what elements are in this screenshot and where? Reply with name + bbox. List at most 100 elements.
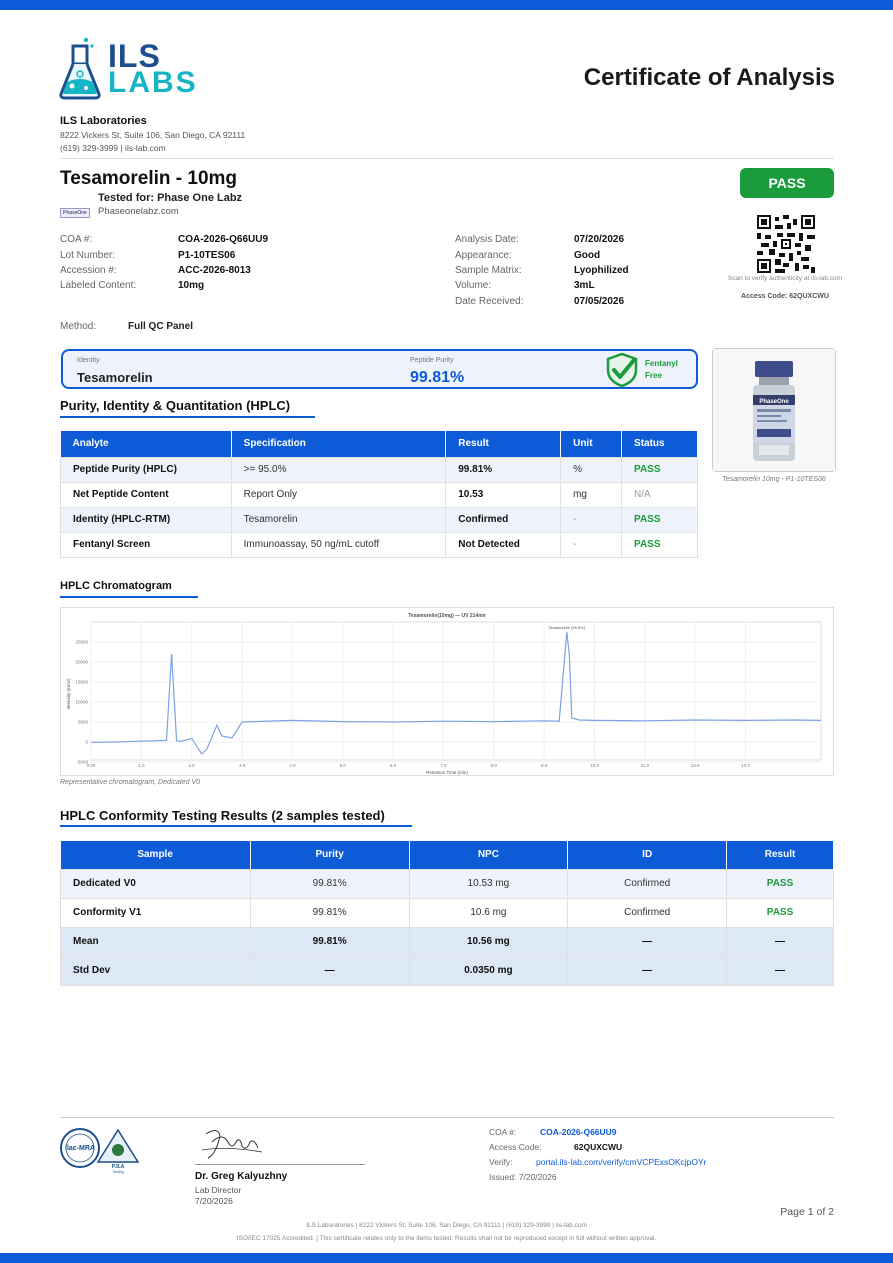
lab-name: ILS Laboratories — [60, 115, 147, 127]
top-accent-bar — [0, 0, 893, 10]
plot-area — [90, 621, 822, 761]
table-cell: Immunoassay, 50 ng/mL cutoff — [230, 531, 447, 558]
conformity-table: Sample Purity NPC ID Result Dedicated V0… — [60, 841, 834, 986]
table-cell: — — [567, 955, 728, 986]
section-underline — [60, 596, 198, 598]
table-cell: Peptide Purity (HPLC) — [60, 456, 232, 483]
x-axis-ticks: 0.00 1.0 2.0 3.0 4.0 5.0 6.0 7.0 8.0 9.0 10.0 11.0 1… — [87, 763, 751, 768]
x-tick-label: 8.0 — [491, 763, 498, 768]
qr-caption: Scan to verify authenticity at ils-lab.c… — [727, 275, 843, 282]
x-tick-label: 0.00 — [87, 763, 96, 768]
lab-info: ILS Laboratories 8222 Vickers St, Suite … — [60, 115, 245, 153]
chromatogram-chart: Tesamorelin(10mg) — UV 214nm Retention T… — [66, 613, 822, 775]
chart-grid — [90, 621, 822, 763]
footer-issued: Issued: 7/20/2026 — [489, 1172, 557, 1182]
accreditation-logos: ilac-MRA PJLA Testing — [60, 1128, 140, 1174]
chart-title: Tesamorelin(10mg) — UV 214nm — [408, 613, 486, 619]
access-code: Access Code: 62QUXCWU — [741, 293, 829, 300]
analysis-date-label: Analysis Date: — [455, 234, 519, 245]
client-logo: PhaseOne — [60, 208, 90, 218]
column-header: Result — [726, 841, 834, 869]
column-header: NPC — [409, 841, 569, 869]
product-name: Tesamorelin - 10mg — [60, 168, 238, 189]
section-underline — [60, 416, 315, 418]
column-header: Status — [621, 431, 698, 457]
coa-label: COA #: — [60, 234, 93, 245]
date-received-value: 07/05/2026 — [574, 296, 625, 307]
table-cell: — — [726, 926, 834, 957]
y-axis-label: Intensity (mAU) — [66, 678, 71, 710]
column-header: Sample — [60, 841, 251, 869]
footer-address-line: ILS Laboratories | 8222 Vickers St, Suit… — [306, 1222, 587, 1229]
x-axis-label: Retention Time (min) — [426, 770, 468, 775]
table-row: Conformity V1 99.81% 10.6 mg Confirmed P… — [60, 897, 834, 928]
x-tick-label: 13.0 — [741, 763, 750, 768]
status-cell: PASS — [621, 531, 698, 558]
lab-contact: (619) 329-3999 | ils-lab.com — [60, 143, 166, 153]
table-row: Fentanyl Screen Immunoassay, 50 ng/mL cu… — [60, 531, 698, 558]
x-tick-label: 6.0 — [390, 763, 397, 768]
bottom-accent-bar — [0, 1253, 893, 1263]
table-row: Peptide Purity (HPLC) >= 95.0% 99.81% % … — [60, 456, 698, 483]
table-cell: Fentanyl Screen — [60, 531, 232, 558]
table-cell: Std Dev — [60, 955, 251, 986]
column-header: Result — [445, 431, 562, 457]
y-axis-ticks: -5000 0 5000 10000 15000 20000 25000 — [75, 640, 88, 765]
table-row: Identity (HPLC-RTM) Tesamorelin Confirme… — [60, 506, 698, 533]
accession-label: Accession #: — [60, 265, 117, 276]
tested-for: Tested for: Phase One Labz — [98, 192, 243, 204]
volume-label: Volume: — [455, 280, 492, 291]
pjla-sub: Testing — [112, 1170, 123, 1174]
status-cell: PASS — [621, 456, 698, 483]
x-tick-label: 3.0 — [239, 763, 246, 768]
table-cell: — — [567, 926, 728, 957]
purity-table: Analyte Specification Result Unit Status… — [60, 431, 698, 558]
table-cell: Mean — [60, 926, 251, 957]
page-title: Certificate of Analysis — [583, 64, 835, 91]
footer-access: Access Code: 62QUXCWU — [489, 1142, 622, 1152]
table-cell: Confirmed — [567, 868, 728, 899]
y-tick-label: 25000 — [75, 640, 88, 645]
table-cell: Report Only — [230, 481, 447, 508]
table-cell: Confirmed — [445, 506, 562, 533]
footer-access-value: 62QUXCWU — [574, 1142, 623, 1152]
labeled-content-value: 10mg — [178, 280, 205, 291]
table-cell: mg — [560, 481, 623, 508]
chromatogram-title: HPLC Chromatogram — [60, 580, 172, 592]
column-header: Unit — [560, 431, 623, 457]
analysis-date-value: 07/20/2026 — [574, 234, 625, 245]
sample-matrix-value: Lyophilized — [574, 265, 629, 276]
fentanyl-free-label: Fentanyl Free — [645, 358, 678, 382]
table-cell: 99.81% — [249, 926, 410, 957]
footer-verify-label: Verify: — [489, 1157, 513, 1167]
appearance-value: Good — [574, 250, 601, 261]
table-cell: Conformity V1 — [60, 897, 251, 928]
table-cell: Tesamorelin — [230, 506, 447, 533]
conformity-section-title: HPLC Conformity Testing Results (2 sampl… — [60, 808, 385, 823]
y-tick-label: 15000 — [75, 680, 88, 685]
verify-link[interactable]: portal.ils-lab.com/verify/cmVCPExsOKcjpO… — [536, 1157, 707, 1167]
table-cell: — — [249, 955, 410, 986]
section-underline — [60, 825, 412, 827]
table-header-row: Analyte Specification Result Unit Status — [60, 431, 698, 457]
footer-verify: Verify: portal.ils-lab.com/verify/cmVCPE… — [489, 1157, 707, 1167]
identity-label: Identity — [77, 357, 100, 364]
method-value: Full QC Panel — [128, 321, 194, 332]
x-tick-label: 1.0 — [138, 763, 145, 768]
table-row: Dedicated V0 99.81% 10.53 mg Confirmed P… — [60, 868, 834, 899]
table-cell: — — [726, 955, 834, 986]
product-photo-caption: Tesamorelin 10mg - P1-10TES06 — [722, 476, 826, 483]
table-header-row: Sample Purity NPC ID Result — [60, 841, 834, 869]
appearance-label: Appearance: — [455, 250, 512, 261]
signature-line — [195, 1164, 365, 1165]
volume-value: 3mL — [574, 280, 595, 291]
fentanyl-line-2: Free — [645, 371, 662, 380]
table-cell: 10.53 mg — [408, 868, 569, 899]
x-tick-label: 9.0 — [541, 763, 548, 768]
qr-code-icon[interactable] — [757, 215, 815, 273]
table-cell: 10.6 mg — [408, 897, 569, 928]
x-tick-label: 11.0 — [641, 763, 650, 768]
column-header: Analyte — [60, 431, 232, 457]
status-cell: PASS — [621, 506, 698, 533]
labeled-content-label: Labeled Content: — [60, 280, 137, 291]
